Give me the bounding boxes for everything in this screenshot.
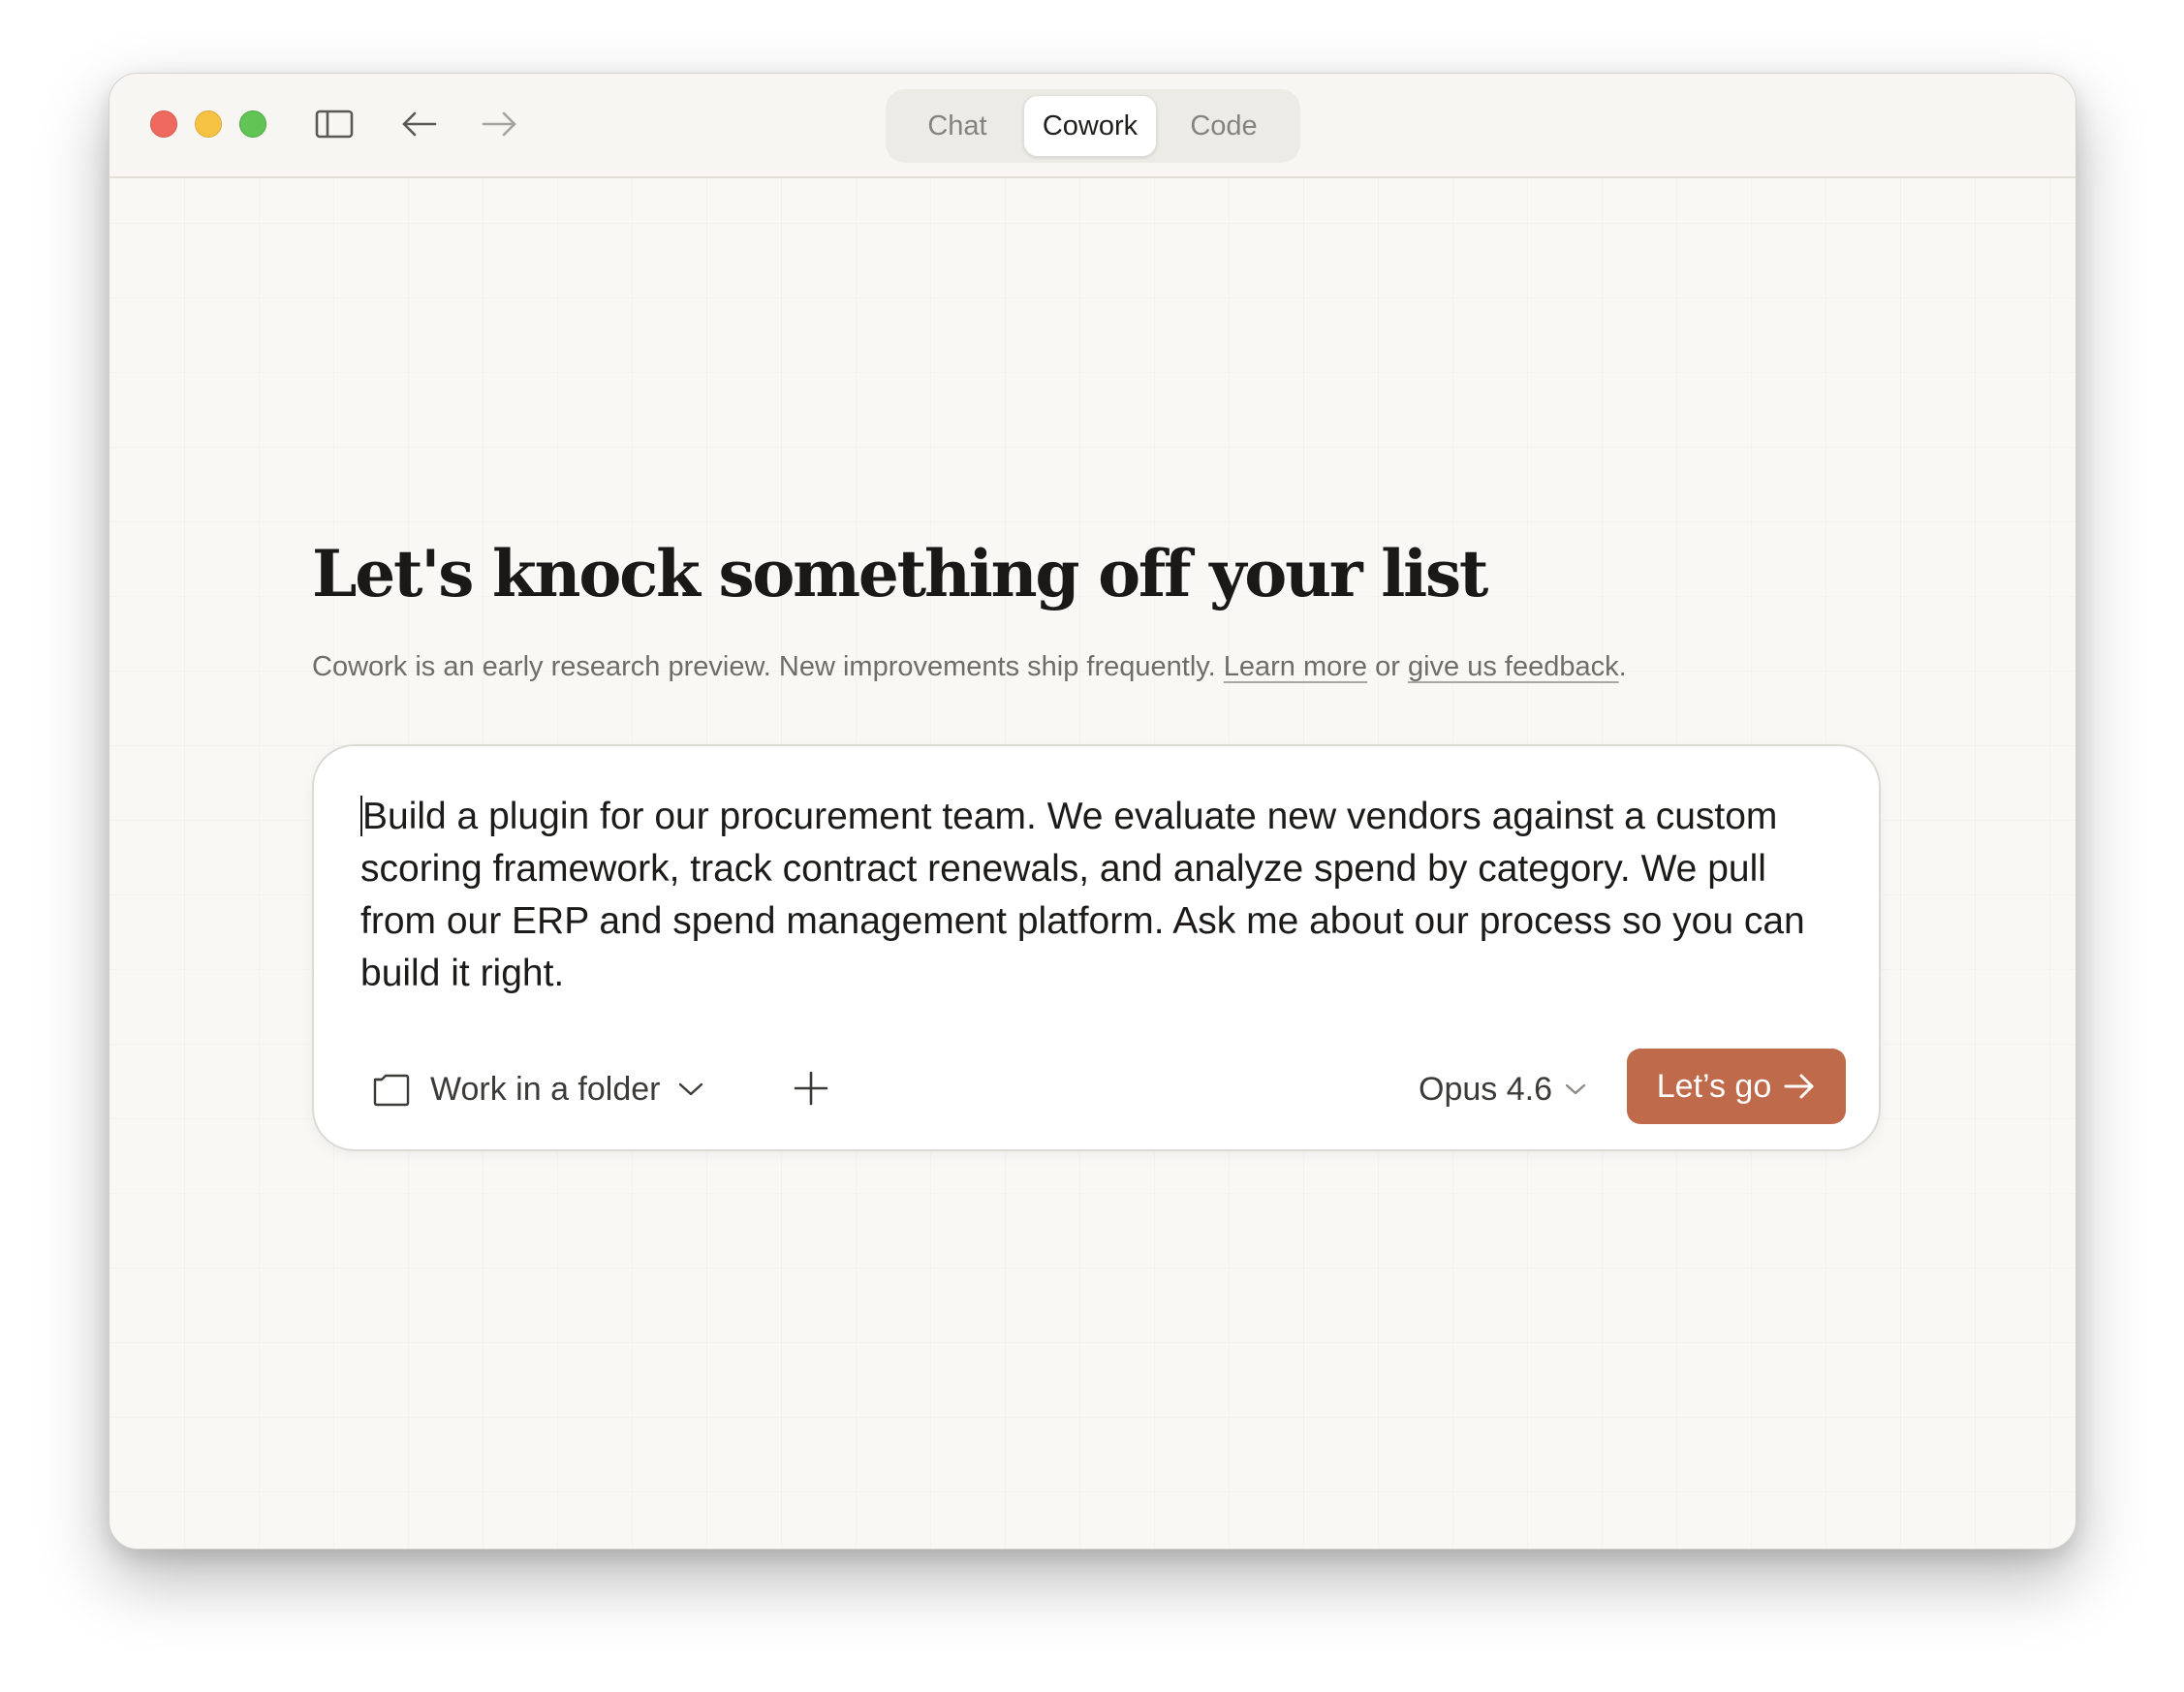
subtitle-or: or [1375, 651, 1400, 682]
back-arrow-icon[interactable] [398, 103, 441, 145]
prompt-text: Build a plugin for our procurement team.… [360, 796, 1805, 994]
lets-go-label: Let’s go [1656, 1067, 1772, 1105]
folder-label: Work in a folder [430, 1070, 661, 1108]
model-selector[interactable]: Opus 4.6 [1419, 1062, 1587, 1116]
plus-icon [794, 1071, 828, 1106]
folder-icon [372, 1072, 411, 1107]
chevron-down-icon [1564, 1081, 1587, 1097]
prompt-input[interactable]: Build a plugin for our procurement team.… [360, 791, 1843, 1000]
work-in-folder-button[interactable]: Work in a folder [372, 1062, 704, 1116]
titlebar: Chat Cowork Code [109, 74, 2075, 178]
sidebar-toggle-icon[interactable] [313, 103, 356, 145]
model-label: Opus 4.6 [1419, 1070, 1552, 1108]
close-window-button[interactable] [150, 110, 177, 138]
lets-go-button[interactable]: Let’s go [1627, 1049, 1846, 1124]
mode-switcher: Chat Cowork Code [886, 89, 1300, 163]
app-window: Chat Cowork Code Let's knock something o… [109, 73, 2076, 1550]
tab-chat[interactable]: Chat [891, 95, 1023, 157]
subtitle-text: Cowork is an early research preview. New… [312, 651, 1216, 682]
learn-more-link[interactable]: Learn more [1224, 651, 1367, 682]
add-attachment-button[interactable] [789, 1066, 833, 1111]
prompt-composer: Build a plugin for our procurement team.… [312, 744, 1881, 1151]
forward-arrow-icon[interactable] [478, 103, 520, 145]
subtitle: Cowork is an early research preview. New… [312, 650, 1627, 684]
zoom-window-button[interactable] [239, 110, 266, 138]
chevron-down-icon [677, 1081, 704, 1098]
tab-cowork[interactable]: Cowork [1023, 95, 1157, 157]
arrow-right-icon [1783, 1072, 1816, 1101]
feedback-link[interactable]: give us feedback [1408, 651, 1619, 682]
tab-code[interactable]: Code [1157, 95, 1291, 157]
page-title: Let's knock something off your list [312, 536, 1488, 611]
subtitle-period: . [1618, 651, 1627, 682]
minimize-window-button[interactable] [195, 110, 222, 138]
